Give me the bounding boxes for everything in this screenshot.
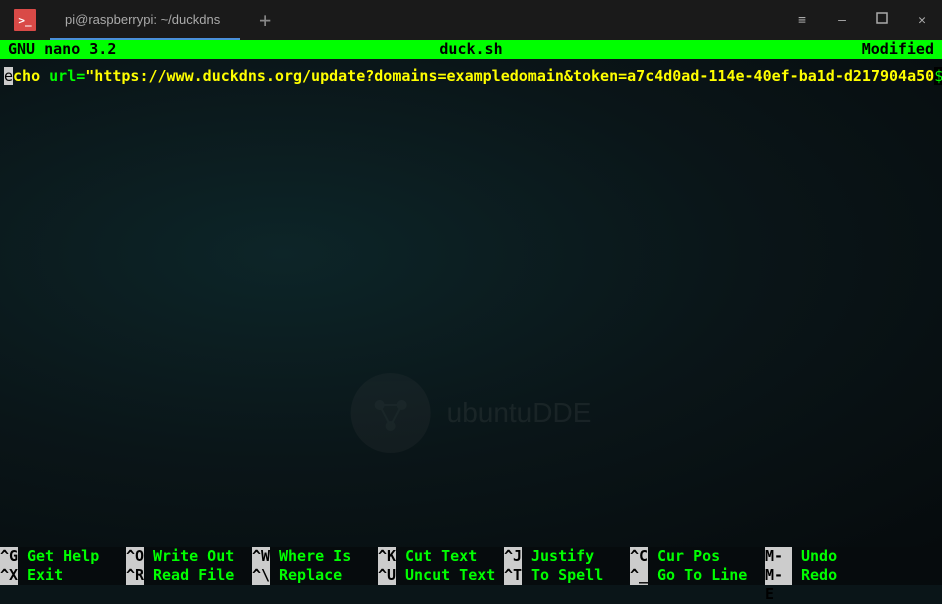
echo-keyword: cho [13, 67, 40, 85]
nano-modified-status: Modified [862, 40, 934, 59]
hamburger-icon: ≡ [798, 13, 806, 28]
shortcut-item: ^OWrite Out [126, 547, 252, 566]
shortcut-label: Replace [270, 566, 342, 585]
shortcut-label: To Spell [522, 566, 603, 585]
close-button[interactable]: ✕ [902, 0, 942, 40]
nano-header-bar: GNU nano 3.2 duck.sh Modified [0, 40, 942, 59]
nano-version: GNU nano 3.2 [8, 40, 116, 59]
shortcut-item: ^CCur Pos [630, 547, 765, 566]
shortcut-key: ^X [0, 566, 18, 585]
shortcut-label: Read File [144, 566, 234, 585]
minimize-icon: — [838, 13, 846, 28]
shortcut-item: ^UUncut Text [378, 566, 504, 585]
shortcut-item: M-UUndo [765, 547, 875, 566]
window-titlebar: >_ pi@raspberrypi: ~/duckdns + ≡ — ✕ [0, 0, 942, 40]
cursor: e [4, 67, 13, 85]
maximize-button[interactable] [862, 0, 902, 40]
maximize-icon [876, 12, 888, 28]
tab-title: pi@raspberrypi: ~/duckdns [65, 12, 220, 27]
terminal-icon: >_ [14, 9, 36, 31]
shortcut-label: Redo [792, 566, 837, 585]
ubuntu-logo-icon [351, 373, 431, 453]
shortcut-key: M-U [765, 547, 792, 566]
menu-button[interactable]: ≡ [782, 0, 822, 40]
url-string: "https://www.duckdns.org/update?domains=… [85, 67, 934, 85]
shortcut-label: Exit [18, 566, 63, 585]
shortcut-item: ^GGet Help [0, 547, 126, 566]
shortcut-row-2: ^XExit^RRead File^\Replace^UUncut Text^T… [0, 566, 942, 585]
shortcut-key: ^K [378, 547, 396, 566]
shortcut-key: ^_ [630, 566, 648, 585]
plus-icon: + [259, 8, 271, 32]
shortcut-item: ^_Go To Line [630, 566, 765, 585]
shortcut-item: ^TTo Spell [504, 566, 630, 585]
terminal-app-icon: >_ [0, 0, 50, 40]
editor-line: echo url="https://www.duckdns.org/update… [0, 59, 942, 85]
shortcut-label: Cur Pos [648, 547, 720, 566]
shortcut-item: ^\Replace [252, 566, 378, 585]
shortcut-key: ^W [252, 547, 270, 566]
minimize-button[interactable]: — [822, 0, 862, 40]
shortcut-label: Where Is [270, 547, 351, 566]
shortcut-label: Cut Text [396, 547, 477, 566]
shortcut-label: Undo [792, 547, 837, 566]
nano-filename: duck.sh [439, 40, 502, 59]
shortcut-item: ^JJustify [504, 547, 630, 566]
new-tab-button[interactable]: + [240, 0, 290, 40]
close-icon: ✕ [918, 13, 926, 28]
shortcut-key: M-E [765, 566, 792, 585]
shortcut-item: ^RRead File [126, 566, 252, 585]
shortcut-key: ^J [504, 547, 522, 566]
shortcut-label: Get Help [18, 547, 99, 566]
shortcut-key: ^G [0, 547, 18, 566]
shortcut-item: ^WWhere Is [252, 547, 378, 566]
url-assignment: url= [49, 67, 85, 85]
shortcut-item: ^KCut Text [378, 547, 504, 566]
shortcut-label: Justify [522, 547, 594, 566]
editor-area[interactable]: echo url="https://www.duckdns.org/update… [0, 59, 942, 547]
shortcut-label: Write Out [144, 547, 234, 566]
shortcut-key: ^C [630, 547, 648, 566]
shortcut-key: ^O [126, 547, 144, 566]
terminal-tab[interactable]: pi@raspberrypi: ~/duckdns [50, 0, 240, 40]
line-continuation-indicator: $ [934, 67, 942, 85]
shortcut-item: ^XExit [0, 566, 126, 585]
shortcut-label: Uncut Text [396, 566, 495, 585]
desktop-watermark: ubuntuDDE [351, 373, 592, 453]
shortcut-key: ^\ [252, 566, 270, 585]
shortcut-key: ^T [504, 566, 522, 585]
shortcut-key: ^U [378, 566, 396, 585]
shortcut-row-1: ^GGet Help^OWrite Out^WWhere Is^KCut Tex… [0, 547, 942, 566]
shortcut-item: M-ERedo [765, 566, 875, 585]
watermark-text: ubuntuDDE [447, 397, 592, 429]
shortcut-key: ^R [126, 566, 144, 585]
nano-shortcut-bar: ^GGet Help^OWrite Out^WWhere Is^KCut Tex… [0, 547, 942, 585]
shortcut-label: Go To Line [648, 566, 747, 585]
window-controls: ≡ — ✕ [782, 0, 942, 40]
